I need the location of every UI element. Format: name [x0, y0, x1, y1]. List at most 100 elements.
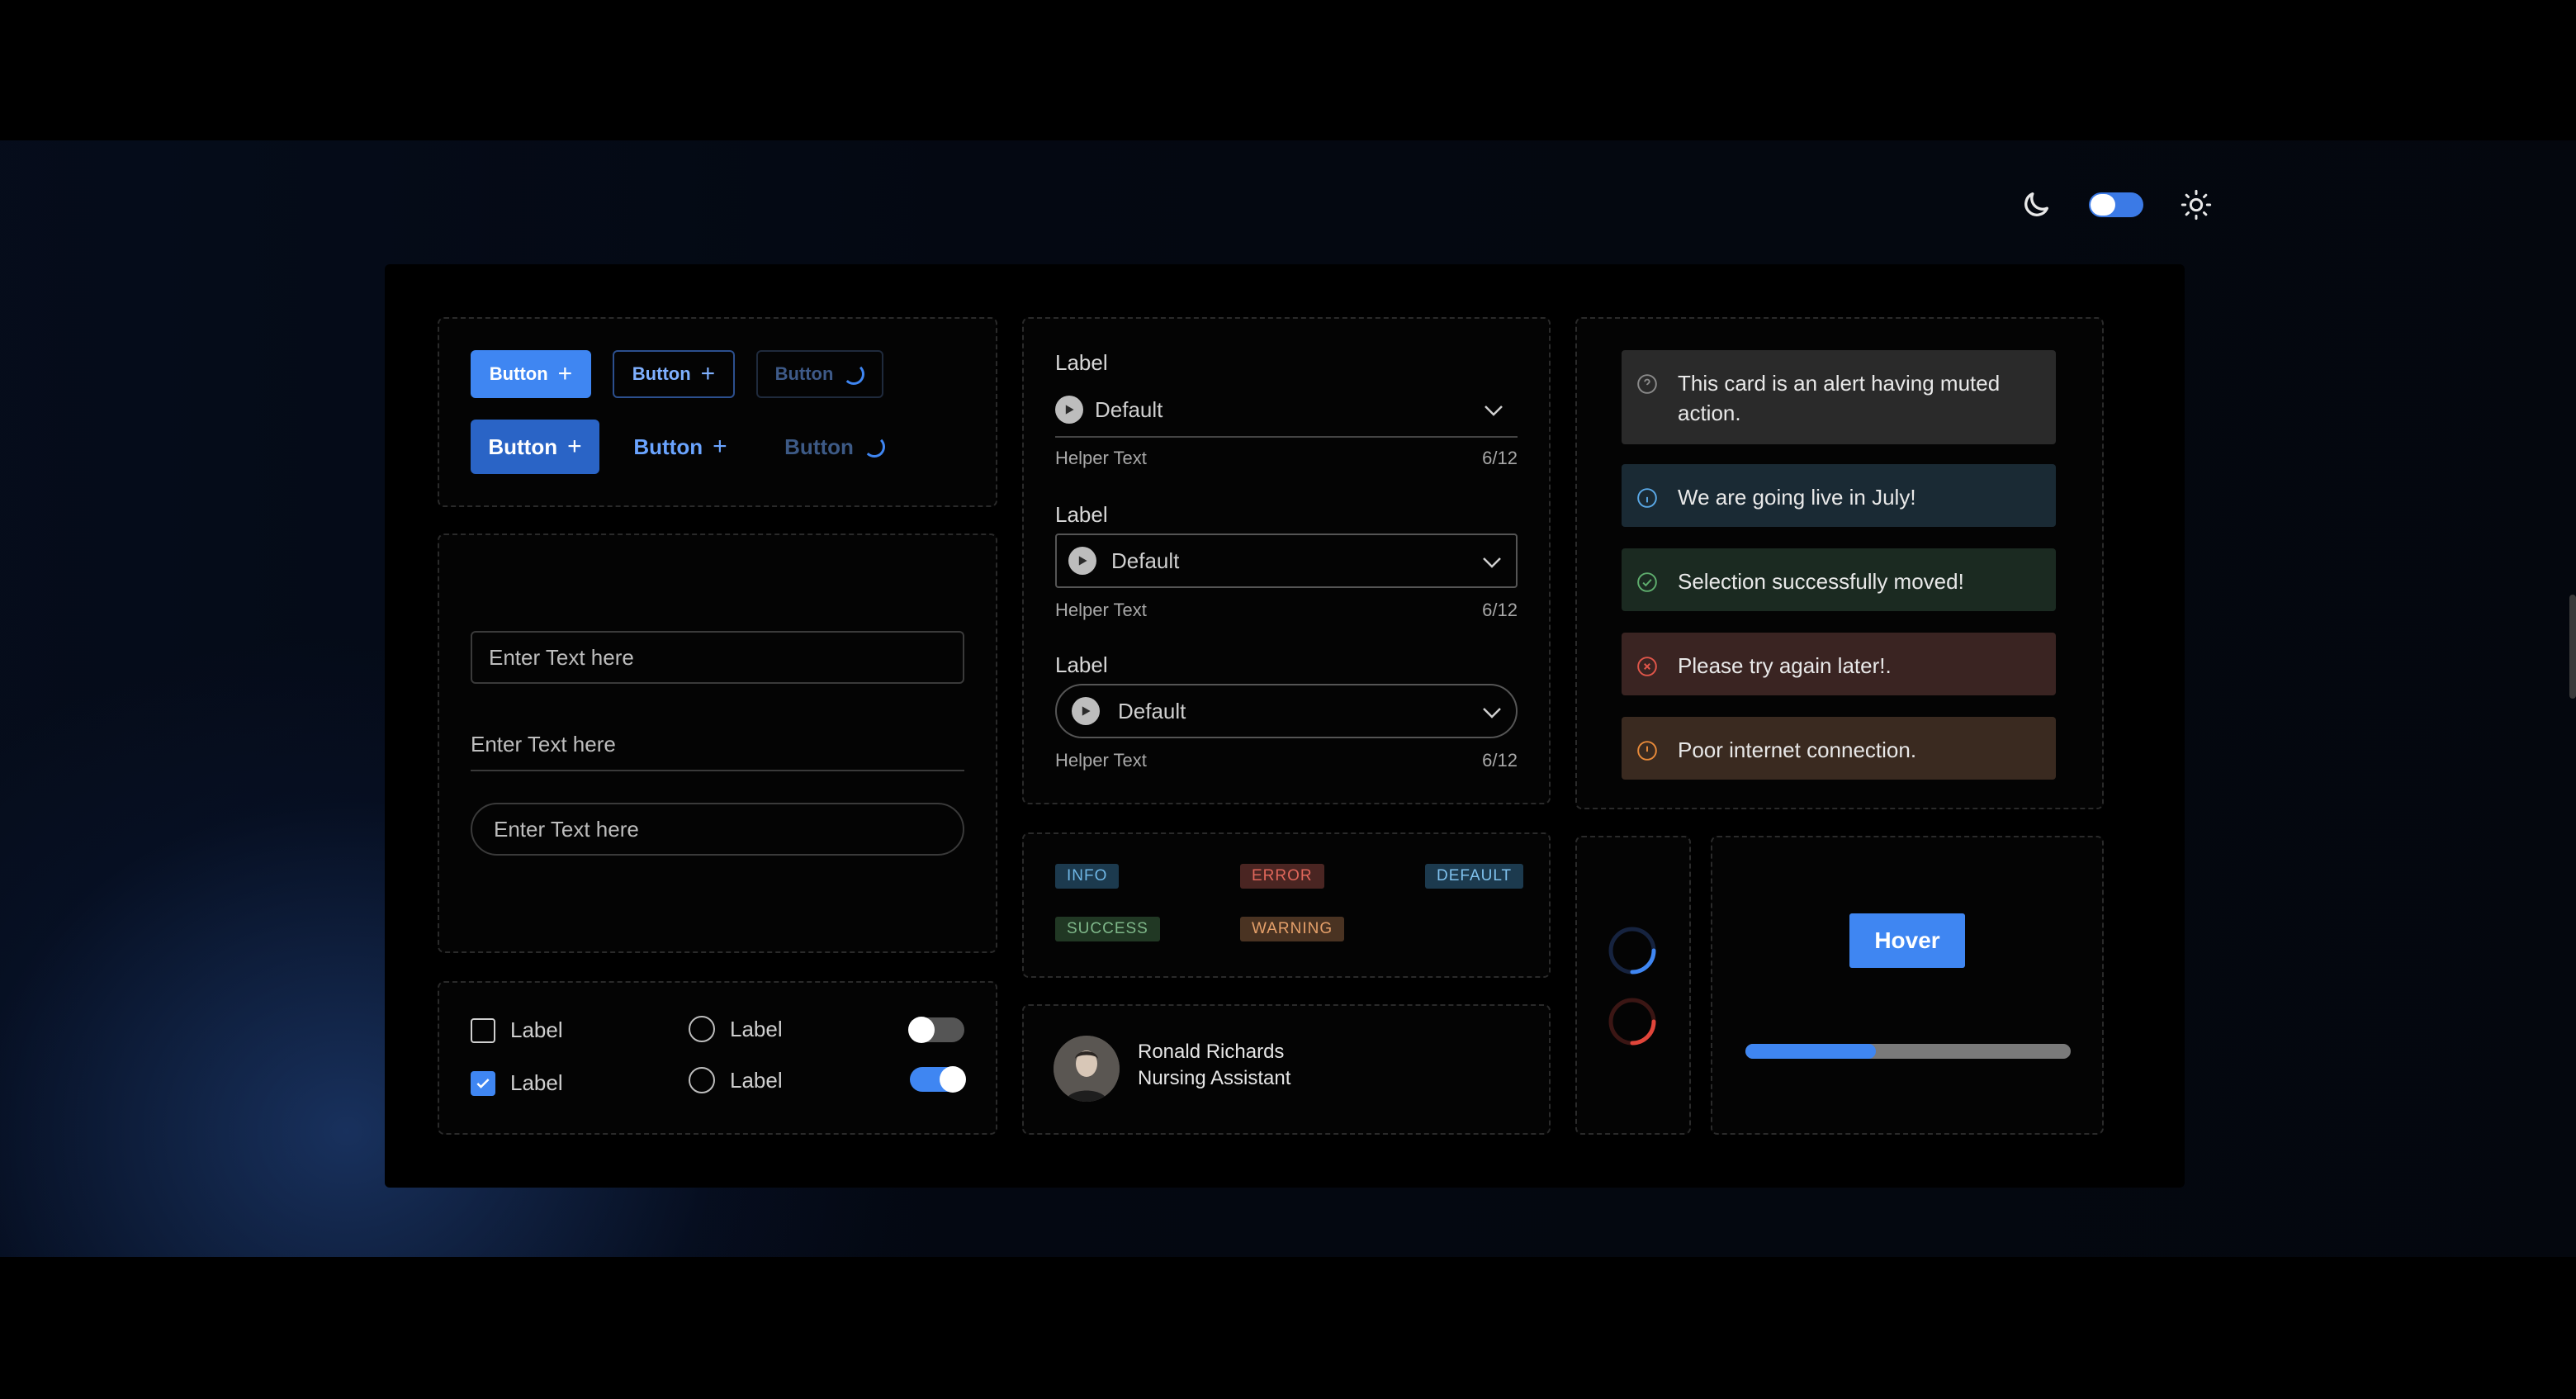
switch-knob — [940, 1066, 966, 1093]
check-circle-icon — [1637, 572, 1657, 592]
check-icon — [476, 1078, 490, 1088]
select-1-count: 6/12 — [1482, 448, 1518, 468]
radio-2[interactable]: Label — [689, 1067, 783, 1093]
select-2-helper: Helper Text — [1055, 600, 1147, 620]
large-loading-button-label: Button — [784, 434, 854, 459]
sun-icon — [2181, 189, 2212, 221]
page-scrollbar[interactable] — [2569, 595, 2576, 699]
play-icon — [1072, 697, 1100, 725]
small-primary-button[interactable]: Button + — [471, 350, 591, 398]
chevron-down-icon — [1483, 557, 1501, 568]
checkbox-checked[interactable]: Label — [471, 1070, 563, 1096]
alert-circle-icon — [1637, 741, 1657, 761]
info-icon — [1637, 488, 1657, 508]
person-icon — [1054, 1036, 1120, 1102]
alerts-card: This card is an alert having muted actio… — [1575, 317, 2104, 809]
alert-muted-text: This card is an alert having muted actio… — [1678, 371, 2001, 425]
switch-knob — [908, 1017, 935, 1043]
profile-role: Nursing Assistant — [1138, 1067, 1291, 1089]
play-icon — [1068, 547, 1096, 575]
checkbox-box-checked — [471, 1070, 495, 1096]
radio-label: Label — [730, 1016, 783, 1041]
play-icon — [1055, 396, 1083, 424]
small-outline-button-label: Button — [632, 363, 691, 384]
radio-label: Label — [730, 1067, 783, 1093]
controls-card: Label Label Label Label — [438, 981, 997, 1135]
select-2-value: Default — [1111, 548, 1180, 573]
select-pill[interactable]: Default — [1055, 684, 1518, 738]
progress-fill — [1745, 1044, 1876, 1059]
profile-name: Ronald Richards — [1138, 1041, 1285, 1063]
hover-button[interactable]: Hover — [1849, 913, 1965, 968]
large-primary-button[interactable]: Button + — [471, 420, 599, 474]
switch-off[interactable] — [908, 1017, 964, 1043]
theme-toggle[interactable] — [2020, 188, 2213, 221]
plus-icon: + — [713, 433, 727, 460]
boxed-text-input[interactable]: Enter Text here — [471, 631, 964, 684]
small-loading-button-label: Button — [774, 363, 834, 384]
plus-icon: + — [700, 360, 716, 387]
profile-card: Ronald Richards Nursing Assistant — [1022, 1004, 1551, 1135]
select-1-helper: Helper Text — [1055, 448, 1147, 468]
theme-switch-knob — [2091, 194, 2115, 216]
select-3-label: Label — [1055, 652, 1108, 677]
select-2-count: 6/12 — [1482, 600, 1518, 620]
inputs-card: Enter Text here Enter Text here Enter Te… — [438, 534, 997, 953]
moon-icon — [2024, 192, 2048, 216]
spinner-red-icon — [1608, 998, 1656, 1046]
radio-1[interactable]: Label — [689, 1016, 783, 1042]
plus-icon: + — [567, 433, 582, 460]
buttons-card: Button + Button + Button Button + Button + B… — [438, 317, 997, 507]
select-2-label: Label — [1055, 502, 1108, 527]
checkbox-label: Label — [510, 1070, 563, 1095]
selects-card: Label Default Helper Text 6/12 Label Def… — [1022, 317, 1551, 804]
alert-info: We are going live in July! — [1622, 464, 2056, 527]
spinner-icon — [863, 436, 885, 458]
alert-warning-text: Poor internet connection. — [1678, 737, 1917, 762]
underline-text-input[interactable]: Enter Text here — [471, 718, 964, 771]
components-panel: Button + Button + Button Button + Button + B… — [385, 264, 2185, 1188]
alert-success-text: Selection successfully moved! — [1678, 569, 1964, 594]
badges-card: INFO ERROR DEFAULT SUCCESS WARNING — [1022, 832, 1551, 978]
alert-warning: Poor internet connection. — [1622, 717, 2056, 780]
alert-info-text: We are going live in July! — [1678, 485, 1916, 510]
select-boxed[interactable]: Default — [1055, 534, 1518, 588]
large-loading-button[interactable]: Button — [773, 420, 897, 474]
chevron-down-icon — [1483, 708, 1501, 718]
spinners-card — [1575, 836, 1691, 1135]
small-loading-button[interactable]: Button — [756, 350, 883, 398]
select-1-value: Default — [1095, 396, 1163, 422]
radio-circle — [689, 1016, 715, 1042]
large-link-button[interactable]: Button + — [623, 420, 738, 474]
small-primary-button-label: Button — [489, 363, 548, 384]
badge-error: ERROR — [1240, 864, 1324, 889]
pill-text-input[interactable]: Enter Text here — [471, 803, 964, 856]
alert-success: Selection successfully moved! — [1622, 548, 2056, 611]
badge-warning: WARNING — [1240, 917, 1345, 941]
alert-error: Please try again later!. — [1622, 633, 2056, 695]
checkbox-box — [471, 1017, 495, 1043]
spinner-icon — [843, 363, 865, 385]
checkbox-label: Label — [510, 1017, 563, 1042]
select-3-value: Default — [1118, 698, 1186, 723]
progress-bar — [1745, 1044, 2071, 1059]
spinner-blue-icon — [1608, 927, 1656, 975]
select-underline[interactable]: Default — [1055, 383, 1518, 438]
avatar — [1054, 1036, 1120, 1102]
chevron-down-icon — [1485, 405, 1503, 416]
checkbox-unchecked[interactable]: Label — [471, 1017, 563, 1043]
switch-on[interactable] — [910, 1066, 966, 1093]
alert-muted: This card is an alert having muted actio… — [1622, 350, 2056, 444]
theme-switch[interactable] — [2089, 192, 2143, 217]
large-primary-button-label: Button — [488, 434, 558, 459]
question-icon — [1637, 374, 1657, 394]
radio-circle — [689, 1067, 715, 1093]
badge-default: DEFAULT — [1425, 864, 1524, 889]
select-3-count: 6/12 — [1482, 750, 1518, 771]
small-outline-button[interactable]: Button + — [613, 350, 735, 398]
plus-icon: + — [557, 360, 573, 387]
select-1-label: Label — [1055, 350, 1108, 375]
hover-progress-card: Hover — [1711, 836, 2104, 1135]
select-3-helper: Helper Text — [1055, 750, 1147, 771]
large-link-button-label: Button — [633, 434, 703, 459]
